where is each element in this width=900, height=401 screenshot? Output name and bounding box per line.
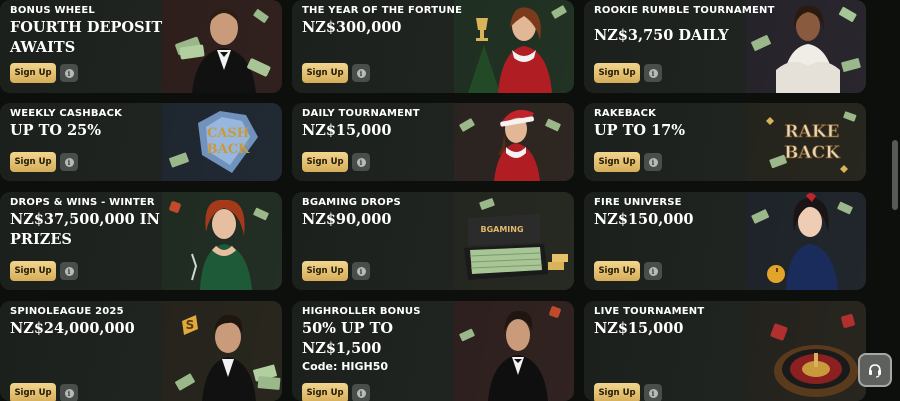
- promo-title: NZ$3,750 DAILY: [594, 27, 729, 44]
- art-text: BACK: [784, 143, 841, 163]
- info-button[interactable]: i: [644, 262, 662, 280]
- info-icon: i: [64, 68, 74, 78]
- promo-card-year-of-fortune[interactable]: THE YEAR OF THE FORTUNE NZ$300,000 Sign …: [292, 0, 574, 93]
- promo-subtitle: RAKEBACK: [594, 108, 657, 119]
- art-text: RAKE: [784, 122, 839, 142]
- promo-card-drops-wins-winter[interactable]: DROPS & WINS - WINTER NZ$37,500,000 IN P…: [0, 192, 282, 290]
- promo-title: UP TO 17%: [594, 122, 686, 139]
- sign-up-button[interactable]: Sign Up: [302, 152, 348, 172]
- promo-title: FOURTH DEPOSIT AWAITS: [10, 19, 163, 56]
- cashback-diamond-illustration: CASH BACK: [162, 103, 282, 181]
- promo-title: NZ$150,000: [594, 211, 694, 228]
- promo-card-daily-tournament[interactable]: DAILY TOURNAMENT NZ$15,000 Sign Up i: [292, 103, 574, 181]
- sign-up-button[interactable]: Sign Up: [10, 261, 56, 281]
- info-button[interactable]: i: [60, 153, 78, 171]
- info-button[interactable]: i: [644, 384, 662, 401]
- sign-up-button[interactable]: Sign Up: [594, 383, 640, 401]
- promo-subtitle: BONUS WHEEL: [10, 5, 95, 16]
- info-button[interactable]: i: [60, 384, 78, 401]
- promo-card-highroller-bonus[interactable]: HIGHROLLER BONUS 50% UP TO NZ$1,500 Code…: [292, 301, 574, 401]
- woman-with-apple-illustration: [746, 192, 866, 290]
- promo-subtitle: WEEKLY CASHBACK: [10, 108, 123, 119]
- promo-title: NZ$300,000: [302, 19, 402, 36]
- info-button[interactable]: i: [352, 64, 370, 82]
- promo-card-spinoleague[interactable]: S SPINOLEAGUE 2025 NZ$24,000,000 Sign Up…: [0, 301, 282, 401]
- info-icon: i: [648, 157, 658, 167]
- promo-title: NZ$37,500,000 IN PRIZES: [10, 211, 160, 248]
- info-button[interactable]: i: [352, 384, 370, 401]
- info-icon: i: [648, 68, 658, 78]
- info-button[interactable]: i: [60, 262, 78, 280]
- promo-subtitle: ROOKIE RUMBLE TOURNAMENT: [594, 5, 775, 16]
- art-text: CASH: [207, 126, 249, 141]
- info-icon: i: [648, 388, 658, 398]
- sign-up-button[interactable]: Sign Up: [302, 383, 348, 401]
- promo-card-fire-universe[interactable]: FIRE UNIVERSE NZ$150,000 Sign Up i: [584, 192, 866, 290]
- sign-up-button[interactable]: Sign Up: [594, 152, 640, 172]
- info-icon: i: [64, 388, 74, 398]
- promo-subtitle: THE YEAR OF THE FORTUNE: [302, 5, 463, 16]
- promo-title: NZ$24,000,000: [10, 320, 135, 337]
- promo-card-bgaming-drops[interactable]: BGAMING BGAMING DROPS NZ$90,000 Sign Up …: [292, 192, 574, 290]
- promo-code: Code: HIGH50: [302, 360, 389, 373]
- promo-subtitle: HIGHROLLER BONUS: [302, 306, 421, 317]
- info-icon: i: [64, 157, 74, 167]
- roulette-wheel-illustration: [746, 301, 866, 401]
- promo-card-rakeback[interactable]: RAKE BACK RAKEBACK UP TO 17% Sign Up i: [584, 103, 866, 181]
- santa-woman-illustration: [454, 103, 574, 181]
- info-icon: i: [356, 157, 366, 167]
- woman-with-trophy-illustration: [454, 0, 574, 93]
- sign-up-button[interactable]: Sign Up: [302, 63, 348, 83]
- art-text: BGAMING: [480, 225, 523, 234]
- promo-card-rookie-rumble[interactable]: ROOKIE RUMBLE TOURNAMENT NZ$3,750 DAILY …: [584, 0, 866, 93]
- promo-subtitle: DROPS & WINS - WINTER: [10, 197, 155, 208]
- sign-up-button[interactable]: Sign Up: [10, 383, 56, 401]
- info-button[interactable]: i: [60, 64, 78, 82]
- scrollbar[interactable]: [892, 140, 898, 210]
- info-button[interactable]: i: [352, 262, 370, 280]
- promo-title: 50% UP TO NZ$1,500: [302, 320, 394, 357]
- info-icon: i: [356, 68, 366, 78]
- promo-title: UP TO 25%: [10, 122, 102, 139]
- promo-subtitle: FIRE UNIVERSE: [594, 197, 682, 208]
- promo-title: NZ$15,000: [594, 320, 684, 337]
- info-button[interactable]: i: [352, 153, 370, 171]
- promo-title: NZ$90,000: [302, 211, 392, 228]
- smiling-man-illustration: S: [162, 301, 282, 401]
- promo-subtitle: BGAMING DROPS: [302, 197, 401, 208]
- rakeback-illustration: RAKE BACK: [746, 103, 866, 181]
- promo-subtitle: DAILY TOURNAMENT: [302, 108, 420, 119]
- promo-card-live-tournament[interactable]: LIVE TOURNAMENT NZ$15,000 Sign Up i: [584, 301, 866, 401]
- art-text: BACK: [207, 142, 250, 157]
- info-button[interactable]: i: [644, 64, 662, 82]
- headset-icon: [869, 364, 881, 378]
- redhead-woman-illustration: [162, 192, 282, 290]
- sign-up-button[interactable]: Sign Up: [10, 63, 56, 83]
- cash-briefcase-illustration: BGAMING: [454, 192, 574, 290]
- promo-subtitle: SPINOLEAGUE 2025: [10, 306, 124, 317]
- promo-subtitle: LIVE TOURNAMENT: [594, 306, 705, 317]
- info-button[interactable]: i: [644, 153, 662, 171]
- promotions-grid: BONUS WHEEL FOURTH DEPOSIT AWAITS Sign U…: [0, 0, 900, 401]
- sign-up-button[interactable]: Sign Up: [594, 261, 640, 281]
- support-chat-button[interactable]: [858, 353, 892, 387]
- man-with-cash-illustration: [162, 0, 282, 93]
- sign-up-button[interactable]: Sign Up: [10, 152, 56, 172]
- promo-card-weekly-cashback[interactable]: CASH BACK WEEKLY CASHBACK UP TO 25% Sign…: [0, 103, 282, 181]
- info-icon: i: [64, 266, 74, 276]
- man-in-tuxedo-illustration: [454, 301, 574, 401]
- sign-up-button[interactable]: Sign Up: [302, 261, 348, 281]
- info-icon: i: [356, 388, 366, 398]
- promo-title: NZ$15,000: [302, 122, 392, 139]
- info-icon: i: [648, 266, 658, 276]
- info-icon: i: [356, 266, 366, 276]
- promo-card-bonus-wheel[interactable]: BONUS WHEEL FOURTH DEPOSIT AWAITS Sign U…: [0, 0, 282, 93]
- svg-text:S: S: [186, 318, 195, 332]
- sign-up-button[interactable]: Sign Up: [594, 63, 640, 83]
